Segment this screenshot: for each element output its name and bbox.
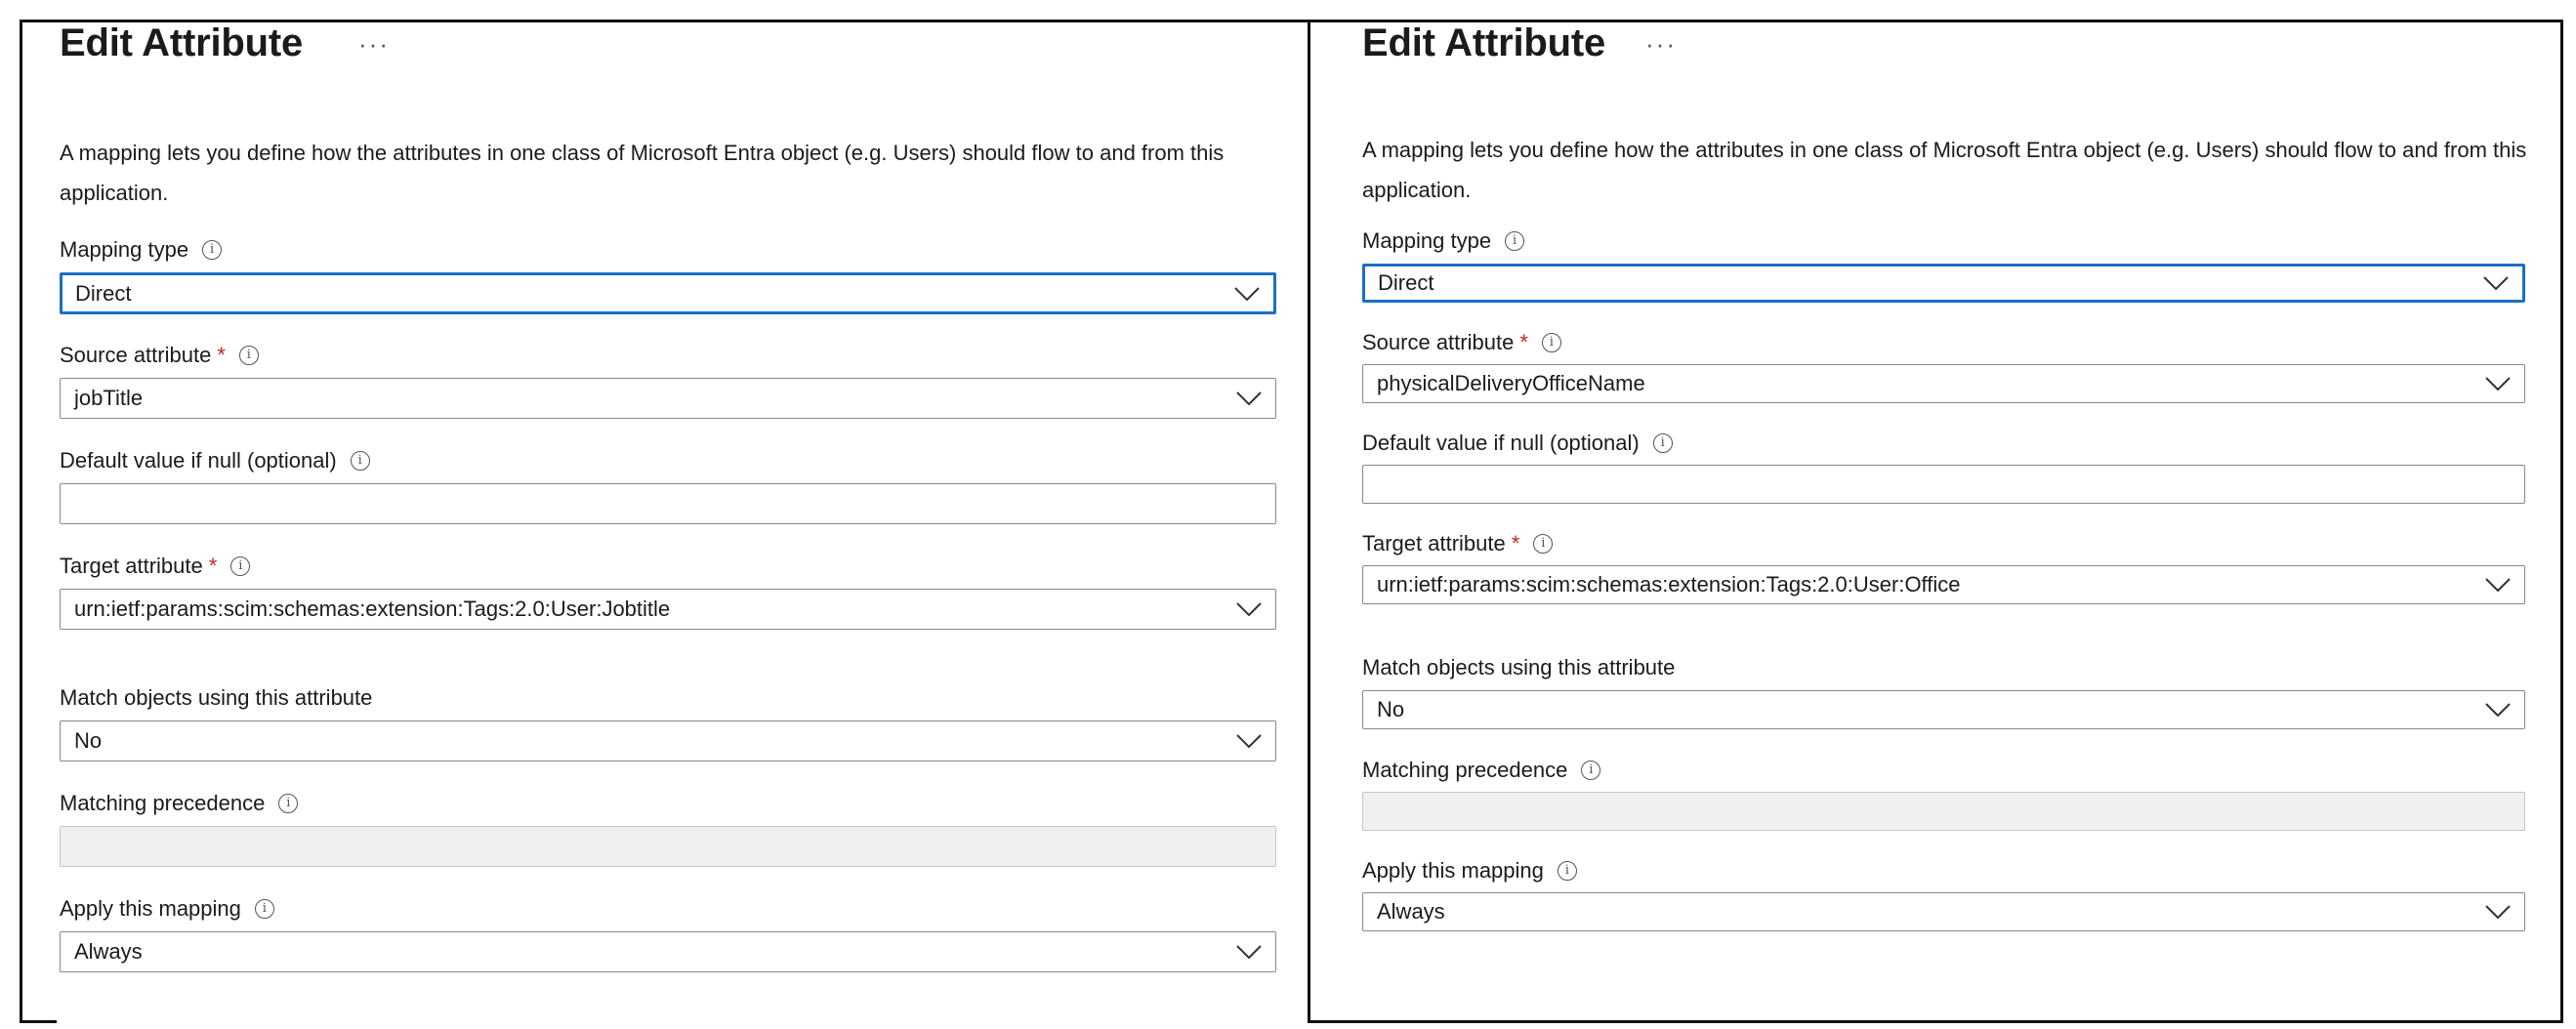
frame-border-left (20, 20, 22, 1023)
source-attribute-dropdown[interactable]: physicalDeliveryOfficeName (1362, 364, 2525, 403)
match-objects-dropdown[interactable]: No (1362, 690, 2525, 729)
info-icon[interactable]: i (238, 346, 259, 365)
info-icon[interactable]: i (254, 899, 274, 919)
required-marker: * (1519, 330, 1528, 354)
more-horizontal-icon[interactable]: ··· (358, 29, 390, 60)
chevron-down-icon (1236, 945, 1262, 959)
chevron-down-icon (2483, 276, 2509, 290)
required-marker: * (217, 343, 226, 367)
info-icon[interactable]: i (1557, 861, 1577, 881)
mapping-type-value: Direct (75, 280, 132, 306)
apply-mapping-label-text: Apply this mapping (60, 896, 241, 921)
frame-border-top (20, 20, 2562, 22)
frame-border-bottom (20, 1020, 57, 1023)
match-objects-label: Match objects using this attribute (1362, 655, 1675, 680)
chevron-down-icon (1236, 734, 1262, 748)
required-marker: * (208, 554, 218, 578)
frame-border-bottom (1309, 1020, 2563, 1023)
target-attribute-label-text: Target attribute (1362, 531, 1506, 556)
source-attribute-label: Source attribute * i (1362, 330, 1561, 355)
match-objects-value: No (1377, 697, 1405, 721)
more-horizontal-icon[interactable]: ··· (1645, 29, 1677, 60)
target-attribute-label: Target attribute * i (60, 554, 251, 579)
info-icon[interactable]: i (1505, 231, 1525, 251)
info-icon[interactable]: i (1533, 534, 1554, 554)
default-value-label-text: Default value if null (optional) (1362, 431, 1640, 455)
info-icon[interactable]: i (278, 794, 299, 813)
chevron-down-icon (1236, 391, 1262, 405)
page-title: Edit Attribute (60, 21, 304, 64)
mapping-type-dropdown[interactable]: Direct (60, 272, 1276, 314)
apply-mapping-label: Apply this mapping i (60, 896, 274, 922)
chevron-down-icon (2485, 703, 2511, 717)
matching-precedence-label: Matching precedence i (1362, 758, 1601, 783)
mapping-type-label: Mapping type i (1362, 228, 1525, 254)
source-attribute-dropdown[interactable]: jobTitle (60, 378, 1276, 419)
default-value-label: Default value if null (optional) i (60, 448, 370, 473)
matching-precedence-input (1362, 792, 2525, 831)
apply-mapping-dropdown[interactable]: Always (60, 931, 1276, 972)
match-objects-label: Match objects using this attribute (60, 685, 372, 711)
matching-precedence-input (60, 826, 1276, 867)
chevron-down-icon (2485, 377, 2511, 391)
mapping-type-label-text: Mapping type (60, 237, 189, 262)
target-attribute-label: Target attribute * i (1362, 531, 1554, 556)
apply-mapping-dropdown[interactable]: Always (1362, 892, 2525, 931)
source-attribute-label: Source attribute * i (60, 343, 259, 368)
source-attribute-value: physicalDeliveryOfficeName (1377, 371, 1645, 395)
match-objects-dropdown[interactable]: No (60, 720, 1276, 761)
description: A mapping lets you define how the attrib… (60, 141, 1225, 205)
frame-border-right (2560, 20, 2563, 1023)
target-attribute-dropdown[interactable]: urn:ietf:params:scim:schemas:extension:T… (60, 589, 1276, 630)
mapping-type-label-text: Mapping type (1362, 228, 1492, 253)
match-objects-label-text: Match objects using this attribute (1362, 655, 1676, 679)
panel-divider (1308, 20, 1310, 1023)
mapping-type-label: Mapping type i (60, 237, 223, 263)
mapping-type-dropdown[interactable]: Direct (1362, 264, 2525, 303)
mapping-type-value: Direct (1378, 270, 1434, 295)
apply-mapping-label-text: Apply this mapping (1362, 858, 1544, 883)
target-attribute-value: urn:ietf:params:scim:schemas:extension:T… (74, 597, 671, 621)
info-icon[interactable]: i (1581, 761, 1601, 780)
required-marker: * (1511, 531, 1520, 556)
default-value-input[interactable] (60, 483, 1276, 524)
description: A mapping lets you define how the attrib… (1362, 138, 2527, 202)
info-icon[interactable]: i (230, 556, 251, 576)
info-icon[interactable]: i (202, 240, 223, 260)
target-attribute-value: urn:ietf:params:scim:schemas:extension:T… (1377, 572, 1961, 597)
chevron-down-icon (2485, 578, 2511, 592)
target-attribute-dropdown[interactable]: urn:ietf:params:scim:schemas:extension:T… (1362, 565, 2525, 604)
matching-precedence-label: Matching precedence i (60, 791, 299, 816)
apply-mapping-value: Always (1377, 899, 1445, 924)
match-objects-label-text: Match objects using this attribute (60, 685, 373, 710)
source-attribute-value: jobTitle (74, 386, 144, 410)
chevron-down-icon (1234, 286, 1260, 301)
source-attribute-label-text: Source attribute (60, 343, 212, 367)
page-title: Edit Attribute (1362, 21, 1606, 64)
match-objects-value: No (74, 728, 103, 753)
chevron-down-icon (2485, 905, 2511, 919)
default-value-input[interactable] (1362, 465, 2525, 504)
default-value-label: Default value if null (optional) i (1362, 431, 1673, 456)
matching-precedence-label-text: Matching precedence (1362, 758, 1568, 782)
matching-precedence-label-text: Matching precedence (60, 791, 266, 815)
target-attribute-label-text: Target attribute (60, 554, 203, 578)
default-value-label-text: Default value if null (optional) (60, 448, 337, 473)
apply-mapping-value: Always (74, 939, 143, 964)
info-icon[interactable]: i (1652, 433, 1673, 453)
apply-mapping-label: Apply this mapping i (1362, 858, 1577, 884)
source-attribute-label-text: Source attribute (1362, 330, 1515, 354)
chevron-down-icon (1236, 602, 1262, 616)
info-icon[interactable]: i (350, 451, 370, 471)
info-icon[interactable]: i (1541, 333, 1561, 352)
